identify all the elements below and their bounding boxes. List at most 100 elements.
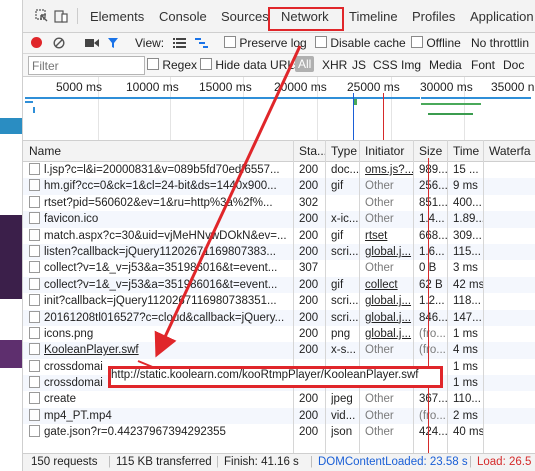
- request-name-text: favicon.ico: [44, 213, 99, 226]
- offline-checkbox[interactable]: Offline: [411, 36, 461, 50]
- filter-type-xhr[interactable]: XHR: [322, 58, 347, 72]
- table-row[interactable]: mp4_PT.mp4 200 vid... Other (fro... 2 ms: [23, 407, 535, 425]
- request-name: init?callback=jQuery1120267116980738351.…: [29, 293, 293, 309]
- request-initiator[interactable]: oms.js?...: [365, 162, 413, 178]
- overview-request-bar: [25, 97, 420, 99]
- file-icon: [29, 294, 40, 307]
- disable-cache-box[interactable]: [315, 36, 327, 48]
- load-time: Load: 26.5: [477, 456, 532, 468]
- record-icon[interactable]: [31, 37, 42, 48]
- devtools-tab-bar: Elements Console Sources Network Timelin…: [23, 0, 535, 33]
- column-type[interactable]: Type: [331, 141, 359, 161]
- request-status: 200: [299, 213, 319, 226]
- filter-type-css[interactable]: CSS: [373, 58, 398, 72]
- tab-elements[interactable]: Elements: [90, 9, 144, 24]
- table-row[interactable]: match.aspx?c=30&uid=vjMeHNvwDOkN&ev=... 2…: [23, 228, 535, 244]
- overview-request-bar: [428, 113, 473, 115]
- table-row[interactable]: 20161208tl016527?c=cloud&callback=jQuery…: [23, 309, 535, 326]
- request-initiator: Other: [365, 344, 394, 357]
- request-size: 1.4...: [419, 213, 445, 226]
- request-initiator: Other: [365, 426, 394, 439]
- tab-application[interactable]: Application: [470, 9, 534, 24]
- table-row[interactable]: hm.gif?cc=0&ck=1&cl=24-bit&ds=1440x900..…: [23, 178, 535, 195]
- tab-timeline[interactable]: Timeline: [349, 9, 398, 24]
- file-icon: [29, 376, 40, 389]
- file-icon: [29, 195, 40, 208]
- request-initiator[interactable]: global.j...: [365, 244, 413, 260]
- network-overview-timeline[interactable]: 5000 ms 10000 ms 15000 ms 20000 ms 25000…: [23, 77, 535, 142]
- regex-label: Regex: [162, 58, 198, 72]
- disable-cache-checkbox[interactable]: Disable cache: [315, 36, 406, 50]
- column-initiator[interactable]: Initiator: [365, 141, 413, 161]
- request-initiator[interactable]: global.j...: [365, 293, 413, 309]
- tab-console[interactable]: Console: [159, 9, 207, 24]
- table-row[interactable]: collect?v=1&_v=j53&a=351986016&t=event..…: [23, 260, 535, 276]
- column-time[interactable]: Time: [453, 141, 483, 161]
- column-size[interactable]: Size: [419, 141, 447, 161]
- table-row[interactable]: collect?v=1&_v=j53&a=351986016&t=event..…: [23, 276, 535, 294]
- offline-box[interactable]: [411, 36, 423, 48]
- request-name: rtset?pid=560602&ev=1&ru=http%3a%2f%...: [29, 195, 293, 211]
- file-icon: [29, 244, 40, 257]
- regex-box[interactable]: [147, 58, 159, 70]
- tab-sources[interactable]: Sources: [221, 9, 269, 24]
- regex-checkbox[interactable]: Regex: [147, 58, 197, 72]
- table-row[interactable]: gate.json?r=0.44237967394292355 200 json Ot…: [23, 424, 535, 440]
- column-waterfall[interactable]: Waterfa: [489, 141, 535, 161]
- file-icon: [29, 179, 40, 192]
- table-row[interactable]: listen?callback=jQuery11202671169807383.…: [23, 243, 535, 261]
- request-name-text: 20161208tl016527?c=cloud&callback=jQuery…: [44, 311, 285, 324]
- overview-request-bar: [421, 97, 531, 99]
- request-type: x-s...: [331, 344, 356, 357]
- status-separator: |: [108, 456, 111, 468]
- filter-type-font[interactable]: Font: [471, 58, 495, 72]
- request-initiator[interactable]: global.j...: [365, 326, 413, 342]
- request-initiator[interactable]: collect: [365, 277, 413, 293]
- requests-table: Name Sta... Type Initiator Size Time Wat…: [23, 140, 535, 441]
- large-rows-icon[interactable]: [173, 38, 186, 48]
- filter-type-img[interactable]: Img: [401, 58, 421, 72]
- file-icon: [29, 408, 40, 421]
- hide-data-urls-checkbox[interactable]: Hide data URLs: [200, 58, 300, 72]
- clear-icon[interactable]: [53, 37, 65, 49]
- request-status: 200: [299, 426, 319, 439]
- request-name-text: crossdomai: [44, 360, 103, 373]
- request-initiator[interactable]: rtset: [365, 228, 413, 244]
- filter-type-js[interactable]: JS: [352, 58, 366, 72]
- preserve-log-box[interactable]: [224, 36, 236, 48]
- device-mode-icon[interactable]: [54, 9, 68, 23]
- request-initiator[interactable]: global.j...: [365, 310, 413, 326]
- network-toolbar: View: Preserve log Disable cache Offline…: [23, 33, 535, 54]
- request-status: 200: [299, 409, 319, 422]
- preserve-log-checkbox[interactable]: Preserve log: [224, 36, 307, 50]
- file-icon: [29, 277, 40, 290]
- request-name: collect?v=1&_v=j53&a=351986016&t=event..…: [29, 260, 293, 276]
- screenshot-camera-icon[interactable]: [85, 38, 99, 48]
- inspect-element-icon[interactable]: [35, 9, 49, 23]
- request-name: create: [29, 391, 293, 407]
- overview-waterfall-icon[interactable]: [195, 38, 208, 48]
- request-name: listen?callback=jQuery11202671169807383.…: [29, 244, 293, 260]
- table-row[interactable]: init?callback=jQuery1120267116980738351.…: [23, 293, 535, 309]
- filter-type-doc[interactable]: Doc: [503, 58, 524, 72]
- table-row[interactable]: create 200 jpeg Other 367... 110...: [23, 391, 535, 407]
- overview-request-bar: [421, 103, 481, 105]
- table-row[interactable]: KooleanPlayer.swf 200 x-s... Other (fro... 4 …: [23, 342, 535, 359]
- hide-data-urls-box[interactable]: [200, 58, 212, 70]
- filter-input[interactable]: [28, 56, 145, 75]
- page-dark-block-2: [0, 340, 22, 368]
- table-row[interactable]: favicon.ico 200 x-ic... Other 1.4... 1.89...: [23, 211, 535, 228]
- column-divider: [447, 140, 448, 453]
- request-count: 150 requests: [31, 456, 98, 468]
- filter-type-media[interactable]: Media: [429, 58, 462, 72]
- table-row[interactable]: rtset?pid=560602&ev=1&ru=http%3a%2f%... 3…: [23, 195, 535, 211]
- column-name[interactable]: Name: [29, 141, 293, 161]
- table-row[interactable]: icons.png 200 png global.j... (fro... 1 ms: [23, 326, 535, 342]
- column-status[interactable]: Sta...: [299, 141, 325, 161]
- filter-funnel-icon[interactable]: [107, 37, 119, 49]
- tab-profiles[interactable]: Profiles: [412, 9, 455, 24]
- filter-type-all[interactable]: All: [295, 56, 315, 72]
- column-divider: [413, 140, 414, 453]
- table-row[interactable]: l.jsp?c=l&i=20000831&v=089b5fd70edf6557.…: [23, 162, 535, 178]
- throttling-select[interactable]: No throttlin: [471, 36, 529, 50]
